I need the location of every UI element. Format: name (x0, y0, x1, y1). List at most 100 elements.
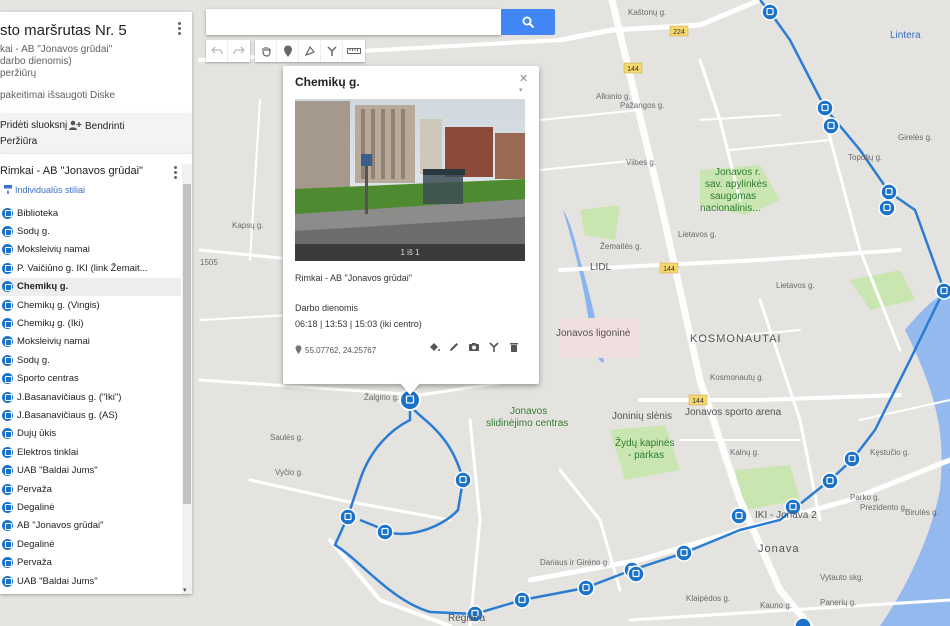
stop-list-item[interactable]: J.Basanavičiaus g. ("Iki") (0, 388, 181, 406)
photo-counter: 1 iš 1 (295, 244, 525, 261)
draw-line-button[interactable] (299, 40, 321, 62)
map-info-panel: sto maršrutas Nr. 5 kai - AB "Jonavos gr… (0, 12, 192, 114)
stop-label: Elektros tinklai (17, 446, 79, 458)
bus-icon (2, 354, 13, 366)
popup-coordinates[interactable]: 55.07762, 24.25767 (295, 345, 376, 355)
popup-pointer (400, 383, 420, 395)
popup-scroll-icon[interactable]: ▾ (519, 86, 523, 94)
svg-text:Žalgirio g.: Žalgirio g. (364, 393, 399, 402)
ruler-icon (347, 48, 361, 54)
add-layer-button[interactable]: Pridėti sluoksnį (0, 120, 67, 131)
stop-label: J.Basanavičiaus g. ("Iki") (17, 391, 122, 403)
directions-icon (326, 46, 337, 56)
scrollbar-thumb[interactable] (183, 184, 191, 504)
draw-line-icon (304, 45, 315, 57)
scroll-down-arrow[interactable]: ▾ (183, 586, 187, 594)
map-title[interactable]: sto maršrutas Nr. 5 (0, 22, 127, 39)
stop-list-item[interactable]: Sodų g. (0, 351, 181, 369)
stop-list-item[interactable]: Pervaža (0, 480, 181, 498)
stop-list-item[interactable]: Degalinė (0, 535, 181, 553)
svg-text:- parkas: - parkas (628, 450, 664, 461)
redo-button[interactable] (228, 40, 250, 62)
svg-text:Registra: Registra (448, 613, 486, 624)
search-input[interactable] (206, 9, 501, 35)
svg-text:Lietavos g.: Lietavos g. (678, 230, 717, 239)
stop-list-item[interactable]: Chemikų g. (Vingis) (0, 296, 181, 314)
svg-text:Lietavos g.: Lietavos g. (776, 281, 815, 290)
stop-label: Moksleivių namai (17, 244, 90, 256)
stop-list-item[interactable]: Moksleivių namai (0, 241, 181, 259)
bus-icon (2, 501, 13, 513)
layer-panel: Rimkai - AB "Jonavos grūdai" Individualū… (0, 154, 192, 594)
svg-text:Kosmonautų g.: Kosmonautų g. (710, 373, 764, 382)
stop-list-item[interactable]: Pervaža (0, 553, 181, 571)
undo-button[interactable] (206, 40, 228, 62)
layer-scrollbar[interactable]: ▾ (182, 164, 192, 594)
svg-text:Lintera: Lintera (890, 30, 921, 41)
stop-list-item[interactable]: Dujų ūkis (0, 425, 181, 443)
svg-text:Žydų kapinės: Žydų kapinės (615, 436, 674, 449)
bus-icon (2, 373, 13, 385)
paint-bucket-icon[interactable] (427, 340, 441, 354)
stop-label: UAB "Baldai Jums" (17, 575, 98, 587)
stop-list-item[interactable]: J.Basanavičiaus g. (AS) (0, 406, 181, 424)
stop-list-item[interactable]: Chemikų g. (Iki) (0, 314, 181, 332)
stop-list-item[interactable]: Elektros tinklai (0, 443, 181, 461)
individual-styles-link[interactable]: Individualūs stiliai (4, 185, 85, 195)
stop-label: Biblioteka (17, 207, 59, 219)
stop-list-item[interactable]: AB "Jonavos grūdai" (0, 517, 181, 535)
close-icon[interactable]: ✕ (519, 72, 528, 85)
svg-text:IKI - Jonava 2: IKI - Jonava 2 (755, 510, 817, 521)
stop-list-item[interactable]: P. Vaičiūno g. IKI (link Žemait... (0, 259, 181, 277)
delete-icon[interactable] (507, 340, 521, 354)
share-button[interactable]: Bendrinti (68, 120, 124, 132)
stop-list-item[interactable]: Sodų g. (0, 222, 181, 240)
marker-icon (283, 45, 292, 57)
svg-text:Pažangos g.: Pažangos g. (620, 101, 664, 110)
stop-label: Pervaža (17, 557, 52, 569)
popup-route: Rimkai - AB "Jonavos grūdai" (295, 273, 412, 283)
map-toolbar (206, 40, 370, 62)
stop-list-item[interactable]: Degalinė (0, 498, 181, 516)
layer-title[interactable]: Rimkai - AB "Jonavos grūdai" (0, 165, 143, 177)
svg-text:1505: 1505 (200, 258, 218, 267)
stop-label: Sodų g. (17, 354, 50, 366)
bus-icon (2, 318, 13, 330)
map-options-icon[interactable] (178, 22, 182, 37)
directions-icon[interactable] (487, 340, 501, 354)
svg-text:Žemaitės g.: Žemaitės g. (600, 242, 642, 251)
bus-icon (2, 483, 13, 495)
undo-icon (210, 46, 223, 55)
camera-icon[interactable] (467, 340, 481, 354)
bus-icon (2, 557, 13, 569)
svg-text:Vyčio g.: Vyčio g. (275, 468, 303, 477)
svg-text:Topolių g.: Topolių g. (848, 153, 882, 162)
stop-list-item[interactable]: Chemikų g. (0, 277, 181, 296)
svg-text:Alksnio g.: Alksnio g. (596, 92, 631, 101)
measure-button[interactable] (343, 40, 365, 62)
preview-button[interactable]: Peržiūra (0, 136, 37, 147)
stop-label: Moksleivių namai (17, 336, 90, 348)
search-button[interactable] (501, 9, 555, 35)
map-views-count: peržiūrų (0, 68, 37, 79)
bus-icon (2, 575, 13, 587)
edit-icon[interactable] (447, 340, 461, 354)
street-view-image (295, 99, 525, 244)
bus-icon (2, 446, 13, 458)
stop-list-item[interactable]: Biblioteka (0, 204, 181, 222)
svg-text:sav. apylinkės: sav. apylinkės (705, 179, 767, 190)
stop-label: Dujų ūkis (17, 428, 57, 440)
add-marker-button[interactable] (277, 40, 299, 62)
stop-list-item[interactable]: UAB "Baldai Jums" (0, 461, 181, 479)
layer-options-icon[interactable] (174, 166, 178, 181)
popup-schedule-label: Darbo dienomis (295, 303, 359, 313)
pan-tool-button[interactable] (255, 40, 277, 62)
map-actions-bar: Pridėti sluoksnį Bendrinti Peržiūra (0, 114, 192, 154)
bus-icon (2, 262, 13, 274)
stop-list-item[interactable]: Sporto centras (0, 370, 181, 388)
add-directions-button[interactable] (321, 40, 343, 62)
svg-text:Girelės g.: Girelės g. (898, 133, 932, 142)
stop-list-item[interactable]: Moksleivių namai (0, 333, 181, 351)
stop-photo[interactable]: 1 iš 1 (295, 99, 525, 261)
stop-list-item[interactable]: UAB "Baldai Jums" (0, 572, 181, 590)
